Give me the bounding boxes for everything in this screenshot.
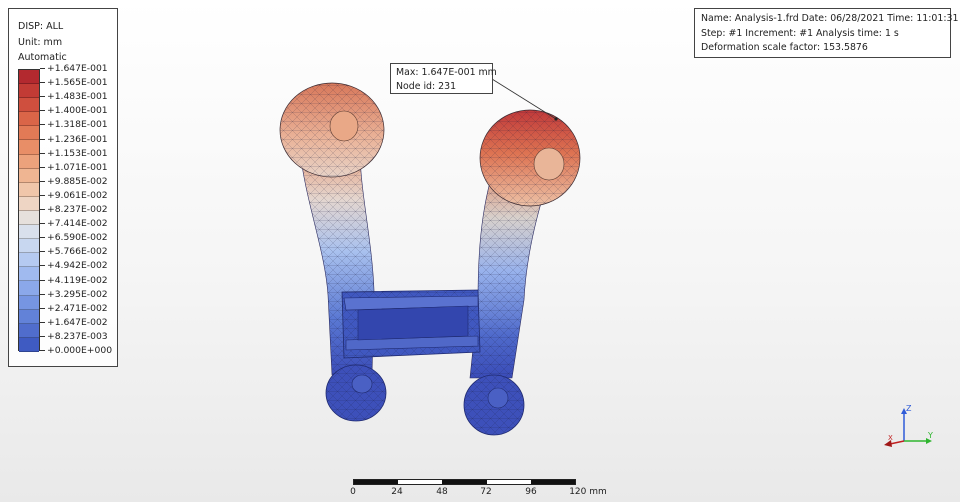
callout-node-text: Node id: 231	[396, 80, 457, 92]
y-axis-label: Y	[927, 431, 933, 440]
max-value-callout: Max: 1.647E-001 mm Node id: 231	[390, 63, 497, 94]
cross-member	[341, 289, 481, 359]
scale-segment	[354, 480, 399, 484]
scale-bar-labels: 0 24 48 72 96 120 mm	[0, 487, 960, 501]
scale-label: 48	[436, 487, 448, 497]
scale-label: 24	[391, 487, 403, 497]
scale-segment	[442, 480, 487, 484]
bottom-left-lug	[325, 364, 387, 422]
scale-bar	[353, 479, 576, 485]
scale-segment	[398, 480, 443, 484]
scale-label: 72	[480, 487, 492, 497]
orientation-triad[interactable]: Z Y X	[876, 402, 938, 452]
scale-label: 0	[350, 487, 356, 497]
bottom-right-lug	[463, 374, 525, 436]
x-axis-label: X	[888, 434, 893, 442]
scale-segment	[530, 480, 575, 484]
top-right-ring	[479, 109, 581, 207]
scale-label: 96	[525, 487, 537, 497]
callout-max-text: Max: 1.647E-001 mm	[396, 67, 497, 78]
max-node-marker	[554, 117, 558, 121]
scale-label: 120 mm	[569, 487, 607, 497]
top-left-ring	[279, 82, 385, 178]
z-axis-label: Z	[906, 404, 912, 413]
scale-segment	[486, 480, 531, 484]
